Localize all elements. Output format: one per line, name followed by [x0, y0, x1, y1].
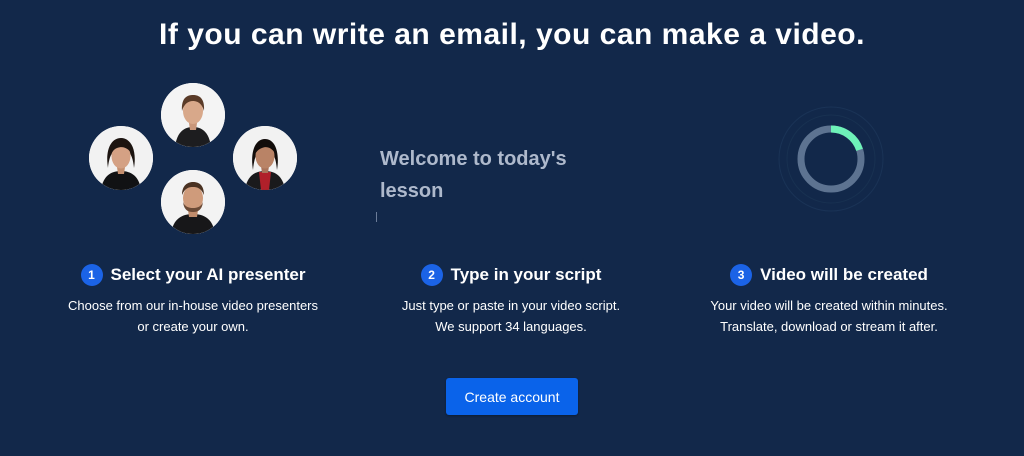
step-title: Video will be created — [760, 265, 928, 284]
step-title-row: 2 Type in your script — [341, 264, 681, 286]
step-type-script: 2 Type in your script Just type or paste… — [341, 264, 681, 337]
step-title-row: 1 Select your AI presenter — [23, 264, 363, 286]
presenter-woman-portrait-icon — [161, 83, 225, 147]
step-select-presenter: 1 Select your AI presenter Choose from o… — [23, 264, 363, 337]
presenter-avatar-2 — [89, 126, 153, 190]
step-number-badge: 2 — [420, 264, 443, 286]
signup-promo-section: If you can write an email, you can make … — [0, 0, 1024, 456]
presenter-woman-portrait-icon — [233, 126, 297, 190]
step-description-line: or create your own. — [137, 319, 249, 334]
step-description: Your video will be created within minute… — [659, 295, 999, 337]
video-progress-ring — [778, 106, 884, 212]
step-number-badge: 1 — [80, 264, 103, 286]
step-title: Select your AI presenter — [110, 265, 306, 284]
text-cursor — [376, 212, 377, 222]
step-description: Choose from our in-house video presenter… — [23, 295, 363, 337]
step-title: Type in your script — [450, 265, 602, 284]
step-video-created: 3 Video will be created Your video will … — [659, 264, 999, 337]
step-description-line: Your video will be created within minute… — [710, 298, 948, 313]
script-preview-text: Welcome to today's lesson — [380, 148, 567, 202]
presenter-avatar-3 — [233, 126, 297, 190]
presenter-avatar-4 — [161, 170, 225, 234]
step-description-line: We support 34 languages. — [435, 319, 587, 334]
step-description-line: Choose from our in-house video presenter… — [67, 298, 319, 313]
presenter-man-portrait-icon — [161, 170, 225, 234]
headline: If you can write an email, you can make … — [159, 18, 865, 51]
step-description-line: Just type or paste in your video script. — [401, 298, 621, 313]
step-number-badge: 3 — [730, 264, 753, 286]
step-title-row: 3 Video will be created — [659, 264, 999, 286]
step-description-line: Translate, download or stream it after. — [720, 319, 938, 334]
presenter-woman-portrait-icon — [89, 126, 153, 190]
progress-ring-icon — [778, 106, 884, 212]
step-description: Just type or paste in your video script.… — [341, 295, 681, 337]
presenter-avatar-1 — [161, 83, 225, 147]
create-account-button[interactable]: Create account — [446, 378, 578, 415]
